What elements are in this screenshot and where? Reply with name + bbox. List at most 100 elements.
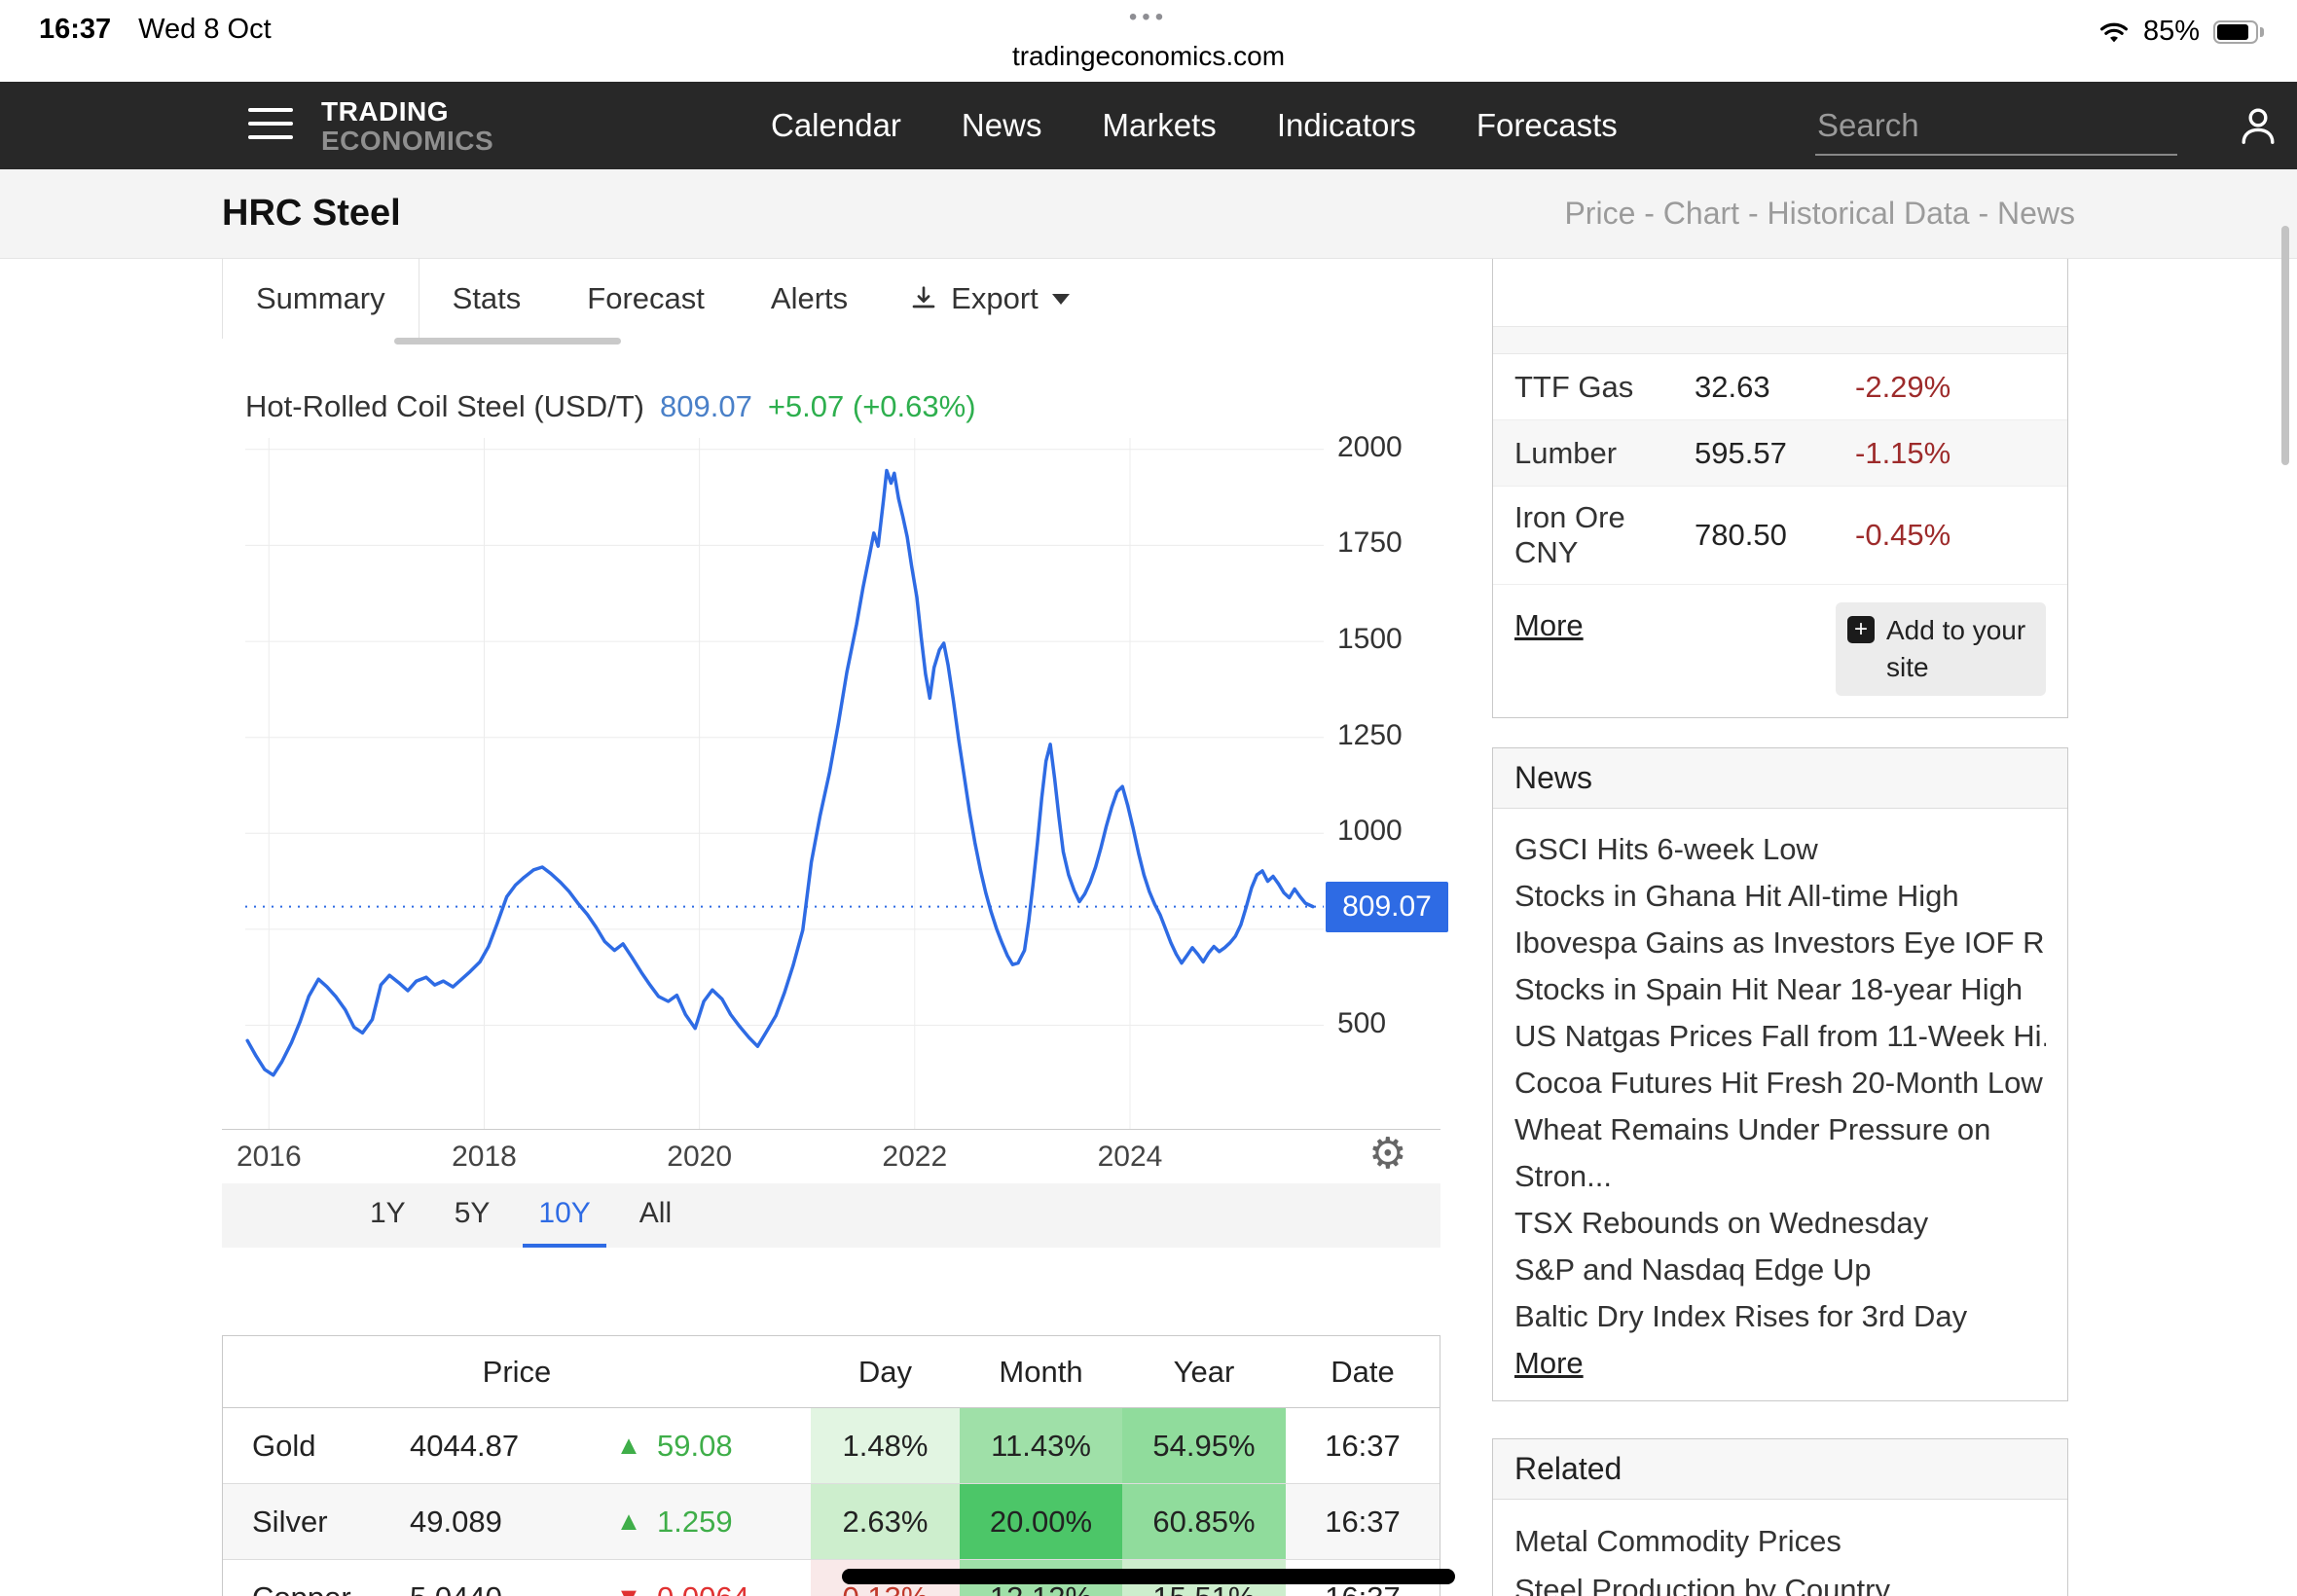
related-item-metal-commodity-prices[interactable]: Metal Commodity Prices — [1514, 1517, 2046, 1566]
status-bar: 16:37 Wed 8 Oct ••• tradingeconomics.com… — [0, 0, 2297, 82]
add-to-site-label: Add to your site — [1886, 612, 2034, 686]
breadcrumb-link-chart[interactable]: Chart — [1663, 196, 1739, 231]
nav-link-news[interactable]: News — [962, 107, 1042, 144]
chart-title: Hot-Rolled Coil Steel (USD/T) — [245, 389, 644, 424]
tab-scrollbar[interactable] — [394, 338, 621, 345]
breadcrumb-separator: - — [1635, 196, 1662, 231]
nav-link-calendar[interactable]: Calendar — [771, 107, 901, 144]
col-header-price: Price — [223, 1336, 811, 1407]
tab-bar: SummaryStatsForecastAlerts Export — [222, 259, 1440, 339]
page-subheader: HRC Steel Price - Chart - Historical Dat… — [0, 169, 2297, 259]
related-panel-header: Related — [1493, 1439, 2067, 1500]
market-value: 595.57 — [1695, 436, 1855, 471]
market-row-iron-ore-cny[interactable]: Iron Ore CNY780.50-0.45% — [1493, 487, 2067, 585]
breadcrumb-link-historical-data[interactable]: Historical Data — [1767, 196, 1969, 231]
markets-more-link[interactable]: More — [1514, 602, 1584, 649]
nav-links: Calendar News Markets Indicators Forecasts — [771, 82, 1618, 169]
news-item[interactable]: US Natgas Prices Fall from 11-Week Hi... — [1514, 1013, 2046, 1060]
price-table-row-silver[interactable]: Silver49.089▲1.2592.63%20.00%60.85%16:37 — [223, 1484, 1440, 1560]
battery-icon — [2213, 20, 2264, 44]
tab-summary[interactable]: Summary — [222, 259, 419, 339]
month-percent: 11.43% — [960, 1408, 1122, 1483]
news-item[interactable]: Baltic Dry Index Rises for 3rd Day — [1514, 1293, 2046, 1340]
add-to-site-button[interactable]: + Add to your site — [1836, 602, 2046, 696]
nav-link-forecasts[interactable]: Forecasts — [1477, 107, 1618, 144]
current-price-tag: 809.07 — [1326, 882, 1448, 932]
quote-time: 16:37 — [1286, 1408, 1440, 1483]
news-item[interactable]: Ibovespa Gains as Investors Eye IOF R... — [1514, 920, 2046, 966]
range-button-all[interactable]: All — [624, 1183, 687, 1248]
range-button-1y[interactable]: 1Y — [354, 1183, 421, 1248]
commodity-change: 0.0064 — [657, 1560, 811, 1596]
market-row-ttf-gas[interactable]: TTF Gas32.63-2.29% — [1493, 354, 2067, 420]
y-axis-label: 1750 — [1337, 526, 1403, 560]
chart-current-price: 809.07 — [660, 389, 752, 424]
year-percent: 54.95% — [1122, 1408, 1286, 1483]
chart-settings-icon[interactable]: ⚙ — [1368, 1133, 1406, 1176]
commodity-price: 5.0440 — [410, 1560, 601, 1596]
cutoff-row-white — [1493, 259, 2067, 327]
y-axis: 20001750150012501000500 — [1337, 438, 1444, 1129]
tab-alerts[interactable]: Alerts — [738, 259, 881, 339]
market-row-lumber[interactable]: Lumber595.57-1.15% — [1493, 420, 2067, 487]
breadcrumb-link-news[interactable]: News — [1997, 196, 2075, 231]
page-scrollbar[interactable] — [2281, 226, 2289, 465]
commodity-price: 49.089 — [410, 1484, 601, 1559]
related-panel: Related Metal Commodity PricesSteel Prod… — [1492, 1438, 2068, 1596]
market-name[interactable]: Lumber — [1514, 436, 1695, 471]
x-axis-label: 2018 — [452, 1141, 517, 1174]
markets-panel: TTF Gas32.63-2.29%Lumber595.57-1.15%Iron… — [1492, 259, 2068, 718]
range-button-5y[interactable]: 5Y — [439, 1183, 506, 1248]
related-item-steel-production-by-country[interactable]: Steel Production by Country — [1514, 1566, 2046, 1596]
news-panel-header: News — [1493, 748, 2067, 809]
day-percent: 2.63% — [811, 1484, 960, 1559]
breadcrumb-separator: - — [1739, 196, 1767, 231]
home-indicator[interactable] — [842, 1569, 1455, 1584]
col-header-day: Day — [811, 1336, 960, 1407]
market-name[interactable]: TTF Gas — [1514, 370, 1695, 405]
triangle-down-icon: ▼ — [601, 1560, 657, 1596]
x-axis-label: 2016 — [237, 1141, 302, 1174]
commodity-change: 59.08 — [657, 1408, 811, 1483]
battery-percent-label: 85% — [2143, 16, 2200, 48]
browser-url[interactable]: tradingeconomics.com — [0, 41, 2297, 72]
multitask-dots-icon: ••• — [0, 4, 2297, 31]
markets-footer: More + Add to your site — [1493, 585, 2067, 717]
news-panel: News GSCI Hits 6-week LowStocks in Ghana… — [1492, 747, 2068, 1401]
news-item[interactable]: Cocoa Futures Hit Fresh 20-Month Low — [1514, 1060, 2046, 1106]
price-table-row-gold[interactable]: Gold4044.87▲59.081.48%11.43%54.95%16:37 — [223, 1408, 1440, 1484]
breadcrumb-link-price[interactable]: Price — [1564, 196, 1635, 231]
commodity-name[interactable]: Silver — [223, 1484, 410, 1559]
range-button-10y[interactable]: 10Y — [523, 1183, 605, 1248]
news-item[interactable]: Wheat Remains Under Pressure on Stron... — [1514, 1106, 2046, 1200]
trading-economics-logo[interactable]: TRADING ECONOMICS — [321, 97, 493, 156]
tab-forecast[interactable]: Forecast — [554, 259, 738, 339]
menu-icon[interactable] — [248, 108, 293, 139]
y-axis-label: 1000 — [1337, 815, 1403, 848]
nav-link-markets[interactable]: Markets — [1102, 107, 1216, 144]
triangle-up-icon: ▲ — [601, 1408, 657, 1483]
commodity-name[interactable]: Copper — [223, 1560, 410, 1596]
news-item[interactable]: GSCI Hits 6-week Low — [1514, 826, 2046, 873]
search-input[interactable] — [1815, 103, 2177, 156]
tab-stats[interactable]: Stats — [419, 259, 555, 339]
x-axis-line — [222, 1129, 1440, 1130]
breadcrumb-separator: - — [1970, 196, 1997, 231]
top-navbar: TRADING ECONOMICS Calendar News Markets Ind… — [0, 82, 2297, 169]
export-button[interactable]: Export — [881, 259, 1097, 339]
news-item[interactable]: TSX Rebounds on Wednesday — [1514, 1200, 2046, 1247]
market-name[interactable]: Iron Ore CNY — [1514, 500, 1695, 570]
commodity-change: 1.259 — [657, 1484, 811, 1559]
x-axis: 20162018202020222024 — [245, 1141, 1324, 1179]
chevron-down-icon — [1052, 294, 1070, 305]
nav-link-indicators[interactable]: Indicators — [1277, 107, 1416, 144]
news-item[interactable]: Stocks in Ghana Hit All-time High — [1514, 873, 2046, 920]
news-item[interactable]: S&P and Nasdaq Edge Up — [1514, 1247, 2046, 1293]
user-account-icon[interactable] — [2235, 102, 2281, 154]
chart-canvas[interactable] — [245, 438, 1324, 1129]
tabs: SummaryStatsForecastAlerts — [222, 259, 881, 339]
price-chart[interactable] — [245, 438, 1324, 1129]
news-more-link[interactable]: More — [1514, 1340, 2046, 1387]
commodity-name[interactable]: Gold — [223, 1408, 410, 1483]
news-item[interactable]: Stocks in Spain Hit Near 18-year High — [1514, 966, 2046, 1013]
